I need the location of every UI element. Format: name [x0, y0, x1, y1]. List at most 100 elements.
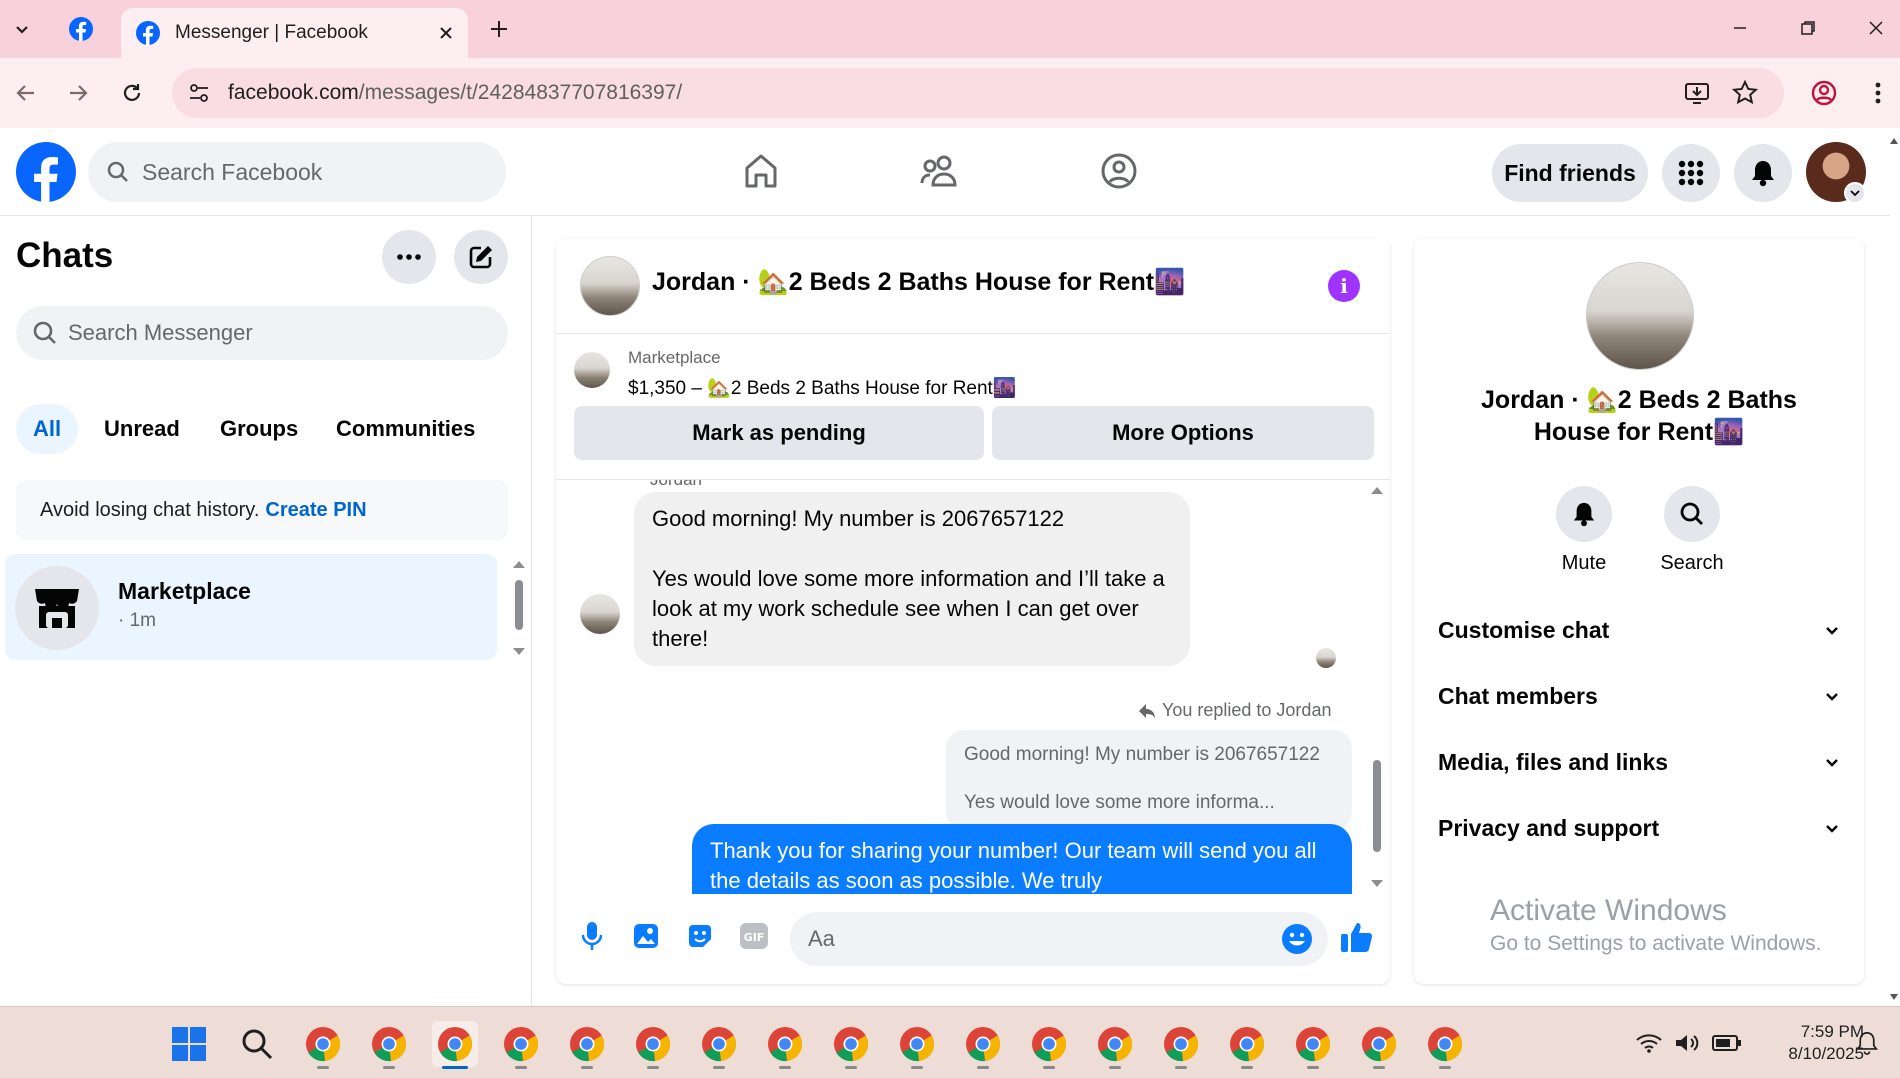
- volume-icon[interactable]: [1674, 1032, 1702, 1054]
- section-privacy-support[interactable]: Privacy and support: [1438, 798, 1840, 858]
- facebook-tab-icon[interactable]: [62, 10, 100, 48]
- mute-bell-icon[interactable]: [1556, 486, 1612, 542]
- message-input[interactable]: Aa: [790, 912, 1328, 966]
- taskbar-chrome-icon[interactable]: [696, 1021, 742, 1069]
- conversation-time: · 1m: [118, 610, 156, 631]
- filter-communities[interactable]: Communities: [318, 404, 493, 454]
- activate-windows-watermark: Activate Windows Go to Settings to activ…: [1490, 894, 1822, 956]
- taskbar-chrome-icon[interactable]: [1356, 1021, 1402, 1069]
- section-media-files-links[interactable]: Media, files and links: [1438, 732, 1840, 792]
- like-thumbs-up-icon[interactable]: [1340, 920, 1374, 954]
- site-info-icon[interactable]: [184, 78, 214, 108]
- windows-start-icon[interactable]: [166, 1021, 212, 1067]
- messenger-search-input[interactable]: Search Messenger: [16, 306, 508, 360]
- chat-title[interactable]: Jordan · 🏡2 Beds 2 Baths House for Rent🌆: [652, 268, 1185, 297]
- outgoing-message-bubble[interactable]: Thank you for sharing your number! Our t…: [692, 824, 1352, 894]
- conversation-item-marketplace[interactable]: Marketplace · 1m: [5, 554, 497, 660]
- listing-thumbnail[interactable]: [574, 352, 610, 388]
- taskbar-chrome-icon[interactable]: [366, 1021, 412, 1069]
- sidebar-scrollbar[interactable]: [510, 560, 528, 660]
- friends-nav-icon[interactable]: [884, 138, 994, 204]
- chat-avatar[interactable]: [580, 256, 640, 316]
- taskbar-chrome-icon[interactable]: [1290, 1021, 1336, 1069]
- clock-time: 7:59 PM: [1800, 1022, 1864, 1041]
- running-indicator: [647, 1066, 659, 1069]
- taskbar-chrome-icon[interactable]: [1026, 1021, 1072, 1069]
- url-text[interactable]: facebook.com/messages/t/2428483770781639…: [228, 81, 682, 105]
- clock-date: 8/10/2025: [1788, 1044, 1864, 1063]
- address-bar[interactable]: facebook.com/messages/t/2428483770781639…: [172, 68, 1784, 118]
- facebook-search-input[interactable]: Search Facebook: [88, 142, 506, 202]
- emoji-icon[interactable]: [1280, 922, 1314, 956]
- taskbar-chrome-icon[interactable]: [300, 1021, 346, 1069]
- chat-scrollbar[interactable]: [1364, 480, 1390, 894]
- system-clock[interactable]: 7:59 PM 8/10/2025: [1754, 1021, 1864, 1065]
- notification-center-icon[interactable]: [1856, 1031, 1878, 1055]
- notifications-bell-icon[interactable]: [1734, 144, 1792, 202]
- taskbar-chrome-icon[interactable]: [630, 1021, 676, 1069]
- search-action[interactable]: Search: [1652, 486, 1732, 575]
- create-pin-link[interactable]: Create PIN: [265, 499, 366, 522]
- forward-icon[interactable]: [56, 71, 100, 115]
- incoming-message-bubble[interactable]: Good morning! My number is 2067657122 Ye…: [634, 492, 1190, 666]
- section-customise-chat[interactable]: Customise chat: [1438, 600, 1840, 660]
- tab-messenger[interactable]: Messenger | Facebook: [121, 8, 468, 58]
- new-message-icon[interactable]: [454, 230, 508, 284]
- gif-icon[interactable]: GIF: [734, 916, 774, 956]
- close-window-icon[interactable]: [1848, 8, 1900, 48]
- mute-action[interactable]: Mute: [1544, 486, 1624, 575]
- taskbar-chrome-icon[interactable]: [960, 1021, 1006, 1069]
- taskbar-chrome-icon[interactable]: [1224, 1021, 1270, 1069]
- more-options-button[interactable]: More Options: [992, 406, 1374, 460]
- battery-icon[interactable]: [1712, 1034, 1742, 1052]
- taskbar-chrome-icon[interactable]: [1422, 1021, 1468, 1069]
- find-friends-button[interactable]: Find friends: [1492, 144, 1648, 202]
- close-tab-icon[interactable]: [438, 25, 454, 41]
- bookmark-star-icon[interactable]: [1732, 80, 1758, 106]
- section-chat-members[interactable]: Chat members: [1438, 666, 1840, 726]
- install-app-icon[interactable]: [1684, 80, 1710, 106]
- page-scrollbar[interactable]: [1888, 130, 1900, 1006]
- search-icon[interactable]: [1664, 486, 1720, 542]
- taskbar-chrome-icon[interactable]: [498, 1021, 544, 1069]
- chat-info-icon[interactable]: i: [1328, 270, 1360, 302]
- restore-icon[interactable]: [1780, 8, 1836, 48]
- facebook-logo-icon[interactable]: [16, 142, 76, 202]
- sender-avatar[interactable]: [580, 594, 620, 634]
- filter-unread[interactable]: Unread: [86, 404, 198, 454]
- account-chevron-icon[interactable]: [1844, 182, 1866, 204]
- filter-groups[interactable]: Groups: [202, 404, 316, 454]
- browser-menu-icon[interactable]: [1856, 71, 1900, 115]
- message-list[interactable]: Jordan Good morning! My number is 206765…: [556, 480, 1366, 894]
- section-label: Chat members: [1438, 682, 1598, 709]
- tab-search-chevron-icon[interactable]: [3, 10, 41, 48]
- sticker-icon[interactable]: [680, 916, 720, 956]
- chats-sidebar: Chats Search Messenger All Unread Groups…: [0, 216, 532, 1006]
- taskbar-chrome-icon[interactable]: [1092, 1021, 1138, 1069]
- listing-price-title[interactable]: $1,350 – 🏡2 Beds 2 Baths House for Rent🌆: [628, 376, 1016, 400]
- taskbar-chrome-icon[interactable]: [1158, 1021, 1204, 1069]
- back-icon[interactable]: [4, 71, 48, 115]
- home-nav-icon[interactable]: [706, 138, 816, 204]
- minimize-icon[interactable]: [1712, 8, 1768, 48]
- reload-icon[interactable]: [110, 71, 154, 115]
- taskbar-chrome-icon[interactable]: [828, 1021, 874, 1069]
- details-avatar[interactable]: [1586, 262, 1694, 370]
- taskbar-chrome-icon[interactable]: [894, 1021, 940, 1069]
- profile-icon[interactable]: [1802, 71, 1846, 115]
- chat-options-more-icon[interactable]: [382, 230, 436, 284]
- wifi-icon[interactable]: [1636, 1033, 1662, 1053]
- groups-nav-icon[interactable]: [1064, 138, 1174, 204]
- microphone-icon[interactable]: [572, 916, 612, 956]
- taskbar-chrome-icon[interactable]: [762, 1021, 808, 1069]
- filter-all[interactable]: All: [16, 404, 78, 454]
- quoted-message[interactable]: Good morning! My number is 2067657122 Ye…: [946, 730, 1352, 830]
- new-tab-icon[interactable]: [480, 10, 518, 48]
- taskbar-search-icon[interactable]: [234, 1021, 280, 1067]
- taskbar-chrome-icon[interactable]: [432, 1021, 478, 1069]
- taskbar-chrome-icon[interactable]: [564, 1021, 610, 1069]
- menu-grid-icon[interactable]: [1662, 144, 1720, 202]
- mark-as-pending-button[interactable]: Mark as pending: [574, 406, 984, 460]
- photo-icon[interactable]: [626, 916, 666, 956]
- section-label: Media, files and links: [1438, 748, 1669, 775]
